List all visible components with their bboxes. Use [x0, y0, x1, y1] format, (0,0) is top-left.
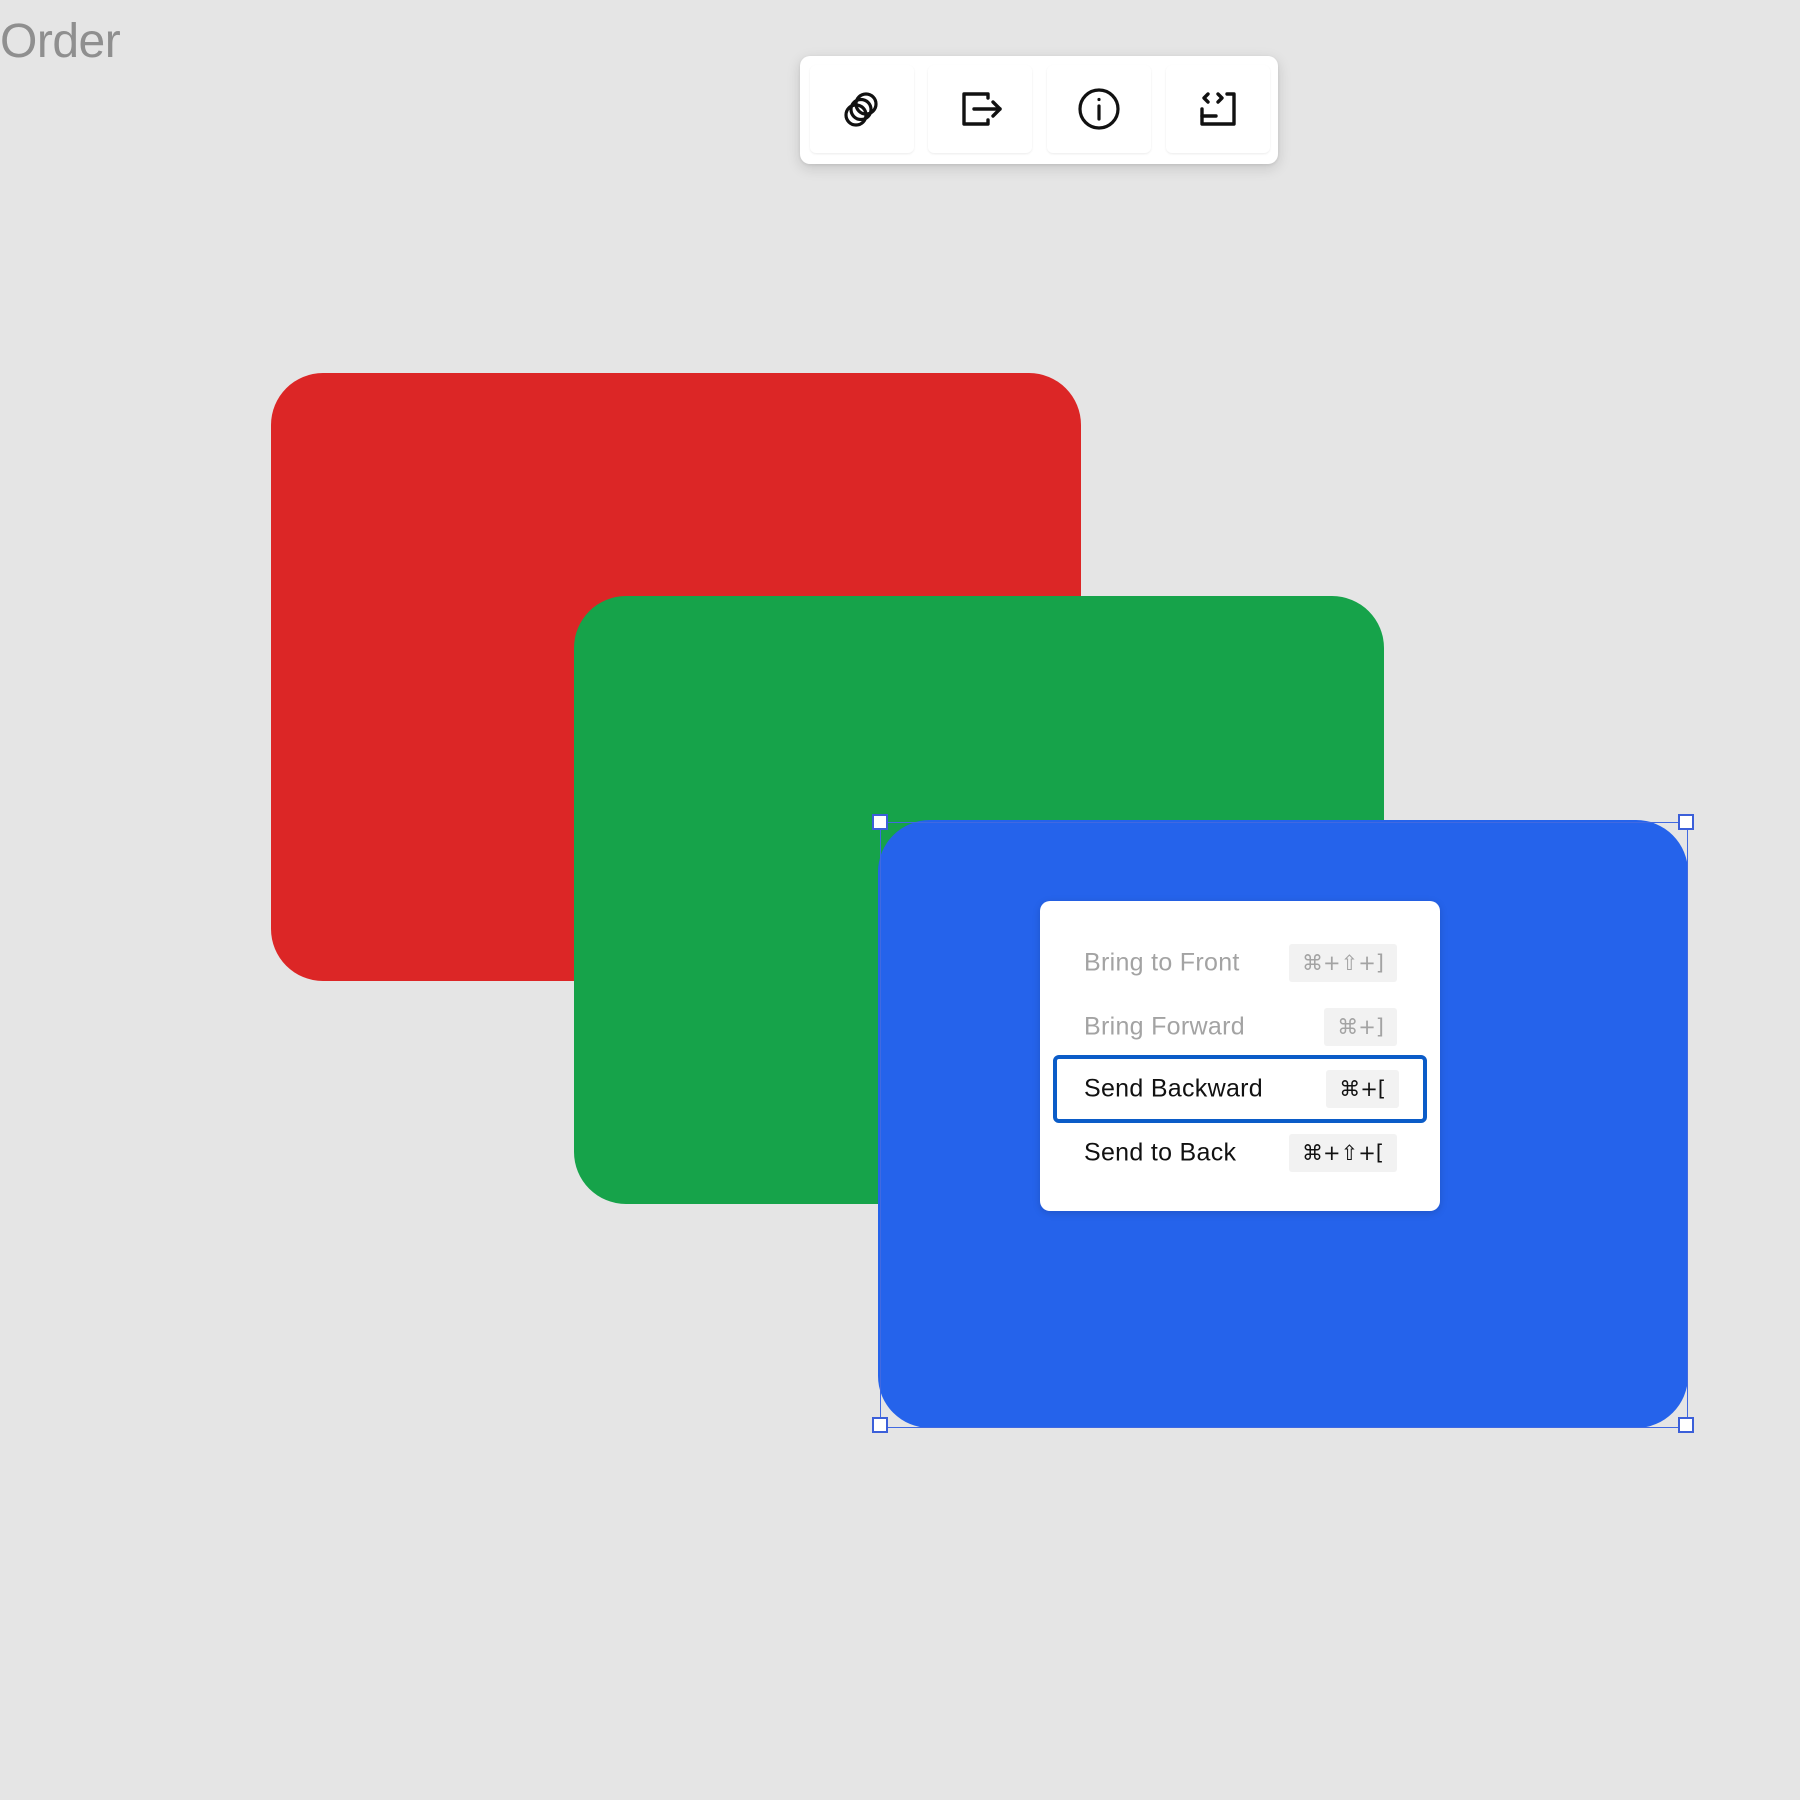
info-button[interactable] — [1047, 65, 1151, 153]
resize-handle-bottom-right[interactable] — [1678, 1417, 1694, 1433]
menu-item-bring-forward[interactable]: Bring Forward ⌘+] — [1055, 995, 1425, 1059]
menu-item-bring-to-front[interactable]: Bring to Front ⌘+⇧+] — [1055, 931, 1425, 995]
menu-item-label: Send to Back — [1084, 1138, 1237, 1167]
menu-item-label: Send Backward — [1084, 1074, 1263, 1103]
code-button[interactable] — [1166, 65, 1270, 153]
menu-item-send-backward[interactable]: Send Backward ⌘+[ — [1053, 1055, 1427, 1123]
menu-item-label: Bring Forward — [1084, 1012, 1245, 1041]
export-button[interactable] — [928, 65, 1032, 153]
page-title: Order — [0, 15, 121, 68]
menu-item-label: Bring to Front — [1084, 948, 1240, 977]
resize-handle-bottom-left[interactable] — [872, 1417, 888, 1433]
shortcut-badge: ⌘+] — [1324, 1008, 1397, 1046]
layers-button[interactable] — [810, 65, 914, 153]
export-icon — [962, 92, 1002, 126]
shortcut-badge: ⌘+⇧+] — [1289, 944, 1397, 982]
shortcut-badge: ⌘+⇧+[ — [1289, 1134, 1397, 1172]
menu-item-send-to-back[interactable]: Send to Back ⌘+⇧+[ — [1055, 1121, 1425, 1185]
shortcut-badge: ⌘+[ — [1326, 1070, 1399, 1108]
toolbar — [800, 56, 1278, 164]
resize-handle-top-left[interactable] — [872, 814, 888, 830]
layers-icon — [844, 92, 878, 127]
arrange-context-menu: Bring to Front ⌘+⇧+] Bring Forward ⌘+] S… — [1040, 901, 1440, 1211]
resize-handle-top-right[interactable] — [1678, 814, 1694, 830]
code-icon — [1200, 92, 1236, 126]
info-icon — [1078, 88, 1120, 130]
